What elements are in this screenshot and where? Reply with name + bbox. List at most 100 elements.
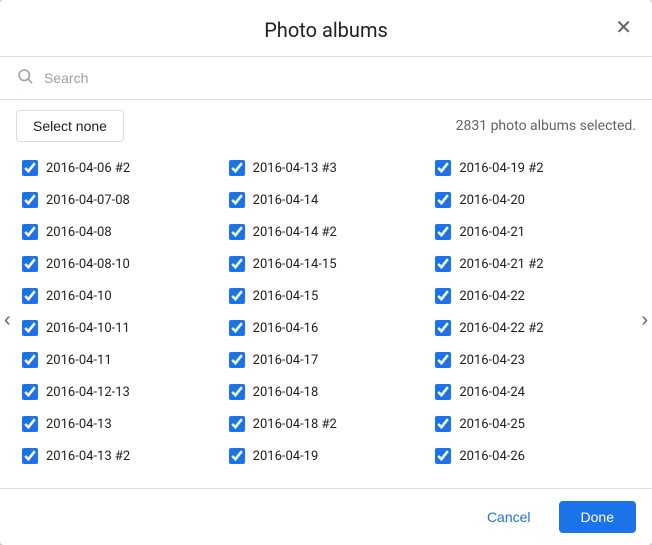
album-checkbox[interactable] [229, 352, 245, 368]
list-item[interactable]: 2016-04-11 [16, 344, 223, 376]
list-item[interactable]: 2016-04-26 [429, 440, 636, 472]
album-label: 2016-04-14 [253, 193, 319, 208]
album-checkbox[interactable] [22, 448, 38, 464]
album-checkbox[interactable] [435, 320, 451, 336]
album-checkbox[interactable] [435, 416, 451, 432]
album-checkbox[interactable] [435, 192, 451, 208]
album-label: 2016-04-18 #2 [253, 417, 337, 432]
album-label: 2016-04-17 [253, 353, 319, 368]
list-item[interactable]: 2016-04-24 [429, 376, 636, 408]
list-item[interactable]: 2016-04-18 #2 [223, 408, 430, 440]
album-checkbox[interactable] [229, 256, 245, 272]
content-area: ‹ 2016-04-06 #2 2016-04-13 #3 2016-04-19 #… [0, 152, 652, 488]
album-checkbox[interactable] [229, 320, 245, 336]
album-checkbox[interactable] [229, 224, 245, 240]
album-label: 2016-04-13 [46, 417, 112, 432]
list-item[interactable]: 2016-04-10-11 [16, 312, 223, 344]
album-checkbox[interactable] [435, 448, 451, 464]
dialog-title: Photo albums [264, 18, 388, 42]
list-item[interactable]: 2016-04-25 [429, 408, 636, 440]
done-button[interactable]: Done [559, 501, 636, 533]
selected-count: 2831 photo albums selected. [456, 118, 636, 134]
album-label: 2016-04-14 #2 [253, 225, 337, 240]
next-page-button[interactable]: › [637, 302, 652, 338]
list-item[interactable]: 2016-04-19 #2 [429, 152, 636, 184]
list-item[interactable]: 2016-04-17 [223, 344, 430, 376]
select-none-button[interactable]: Select none [16, 110, 124, 142]
list-item[interactable]: 2016-04-18 [223, 376, 430, 408]
album-checkbox[interactable] [22, 256, 38, 272]
list-item[interactable]: 2016-04-13 #2 [16, 440, 223, 472]
album-label: 2016-04-23 [459, 353, 525, 368]
album-label: 2016-04-12-13 [46, 385, 130, 400]
album-checkbox[interactable] [435, 256, 451, 272]
album-label: 2016-04-06 #2 [46, 161, 130, 176]
album-label: 2016-04-07-08 [46, 193, 130, 208]
album-checkbox[interactable] [22, 384, 38, 400]
list-item[interactable]: 2016-04-22 #2 [429, 312, 636, 344]
list-item[interactable]: 2016-04-21 [429, 216, 636, 248]
search-input[interactable] [44, 70, 636, 86]
album-checkbox[interactable] [22, 320, 38, 336]
close-button[interactable]: ✕ [611, 14, 636, 42]
list-item[interactable]: 2016-04-08-10 [16, 248, 223, 280]
album-label: 2016-04-08 [46, 225, 112, 240]
album-label: 2016-04-18 [253, 385, 319, 400]
list-item[interactable]: 2016-04-13 #3 [223, 152, 430, 184]
list-item[interactable]: 2016-04-12-13 [16, 376, 223, 408]
toolbar: Select none 2831 photo albums selected. [0, 100, 652, 152]
album-checkbox[interactable] [22, 416, 38, 432]
list-item[interactable]: 2016-04-13 [16, 408, 223, 440]
album-checkbox[interactable] [22, 160, 38, 176]
list-item[interactable]: 2016-04-10 [16, 280, 223, 312]
cancel-button[interactable]: Cancel [469, 501, 549, 533]
album-checkbox[interactable] [435, 160, 451, 176]
album-checkbox[interactable] [229, 160, 245, 176]
album-label: 2016-04-13 #2 [46, 449, 130, 464]
list-item[interactable]: 2016-04-06 #2 [16, 152, 223, 184]
dialog-footer: Cancel Done [0, 488, 652, 545]
dialog-header: Photo albums ✕ [0, 0, 652, 57]
album-checkbox[interactable] [229, 288, 245, 304]
album-label: 2016-04-16 [253, 321, 319, 336]
list-item[interactable]: 2016-04-15 [223, 280, 430, 312]
album-label: 2016-04-13 #3 [253, 161, 337, 176]
album-checkbox[interactable] [229, 192, 245, 208]
album-label: 2016-04-11 [46, 353, 112, 368]
list-item[interactable]: 2016-04-14 [223, 184, 430, 216]
album-label: 2016-04-19 #2 [459, 161, 543, 176]
list-item[interactable]: 2016-04-14 #2 [223, 216, 430, 248]
album-label: 2016-04-08-10 [46, 257, 130, 272]
album-checkbox[interactable] [435, 384, 451, 400]
album-checkbox[interactable] [435, 352, 451, 368]
album-label: 2016-04-10-11 [46, 321, 130, 336]
album-label: 2016-04-22 [459, 289, 525, 304]
list-item[interactable]: 2016-04-21 #2 [429, 248, 636, 280]
album-checkbox[interactable] [22, 288, 38, 304]
album-label: 2016-04-26 [459, 449, 525, 464]
album-checkbox[interactable] [229, 448, 245, 464]
album-checkbox[interactable] [229, 384, 245, 400]
list-item[interactable]: 2016-04-22 [429, 280, 636, 312]
album-checkbox[interactable] [435, 224, 451, 240]
album-checkbox[interactable] [435, 288, 451, 304]
album-label: 2016-04-25 [459, 417, 525, 432]
dialog: Photo albums ✕ Select none 2831 photo al… [0, 0, 652, 545]
album-checkbox[interactable] [229, 416, 245, 432]
list-item[interactable]: 2016-04-20 [429, 184, 636, 216]
album-label: 2016-04-10 [46, 289, 112, 304]
list-item[interactable]: 2016-04-16 [223, 312, 430, 344]
list-item[interactable]: 2016-04-23 [429, 344, 636, 376]
album-checkbox[interactable] [22, 224, 38, 240]
album-checkbox[interactable] [22, 352, 38, 368]
list-item[interactable]: 2016-04-07-08 [16, 184, 223, 216]
album-label: 2016-04-20 [459, 193, 525, 208]
list-item[interactable]: 2016-04-14-15 [223, 248, 430, 280]
prev-page-button[interactable]: ‹ [0, 302, 15, 338]
album-label: 2016-04-14-15 [253, 257, 337, 272]
album-label: 2016-04-19 [253, 449, 319, 464]
album-label: 2016-04-21 [459, 225, 525, 240]
album-checkbox[interactable] [22, 192, 38, 208]
list-item[interactable]: 2016-04-08 [16, 216, 223, 248]
list-item[interactable]: 2016-04-19 [223, 440, 430, 472]
